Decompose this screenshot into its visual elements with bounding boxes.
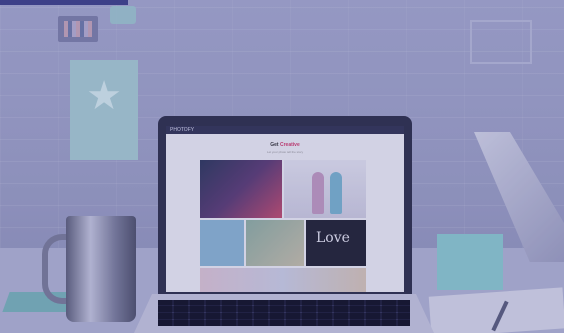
metal-mug bbox=[66, 216, 136, 322]
love-text: Love bbox=[316, 230, 350, 246]
top-accent-tab bbox=[0, 0, 128, 5]
photo-scene: ★ PHOTOFY Get Creative Let your photo te… bbox=[0, 0, 564, 333]
photo-tile-girls bbox=[284, 160, 366, 218]
photo-tile-bottom bbox=[200, 268, 366, 292]
laptop-screen: PHOTOFY Get Creative Let your photo tell… bbox=[166, 126, 404, 292]
photo-tile-party bbox=[200, 160, 282, 218]
wall-frame bbox=[470, 20, 532, 64]
laptop-keyboard bbox=[158, 300, 410, 326]
heading-accent: Creative bbox=[280, 142, 300, 148]
website-subheading: Let your photo tell the story bbox=[266, 150, 304, 154]
website-brand: PHOTOFY bbox=[170, 127, 195, 133]
website-navbar: PHOTOFY bbox=[166, 126, 404, 134]
heading-plain: Get bbox=[270, 142, 280, 148]
shelf-green-item bbox=[110, 6, 136, 24]
photo-tile-blue bbox=[200, 220, 244, 266]
photo-tile-friends bbox=[246, 220, 304, 266]
shelf-items bbox=[58, 16, 98, 42]
teal-box bbox=[437, 234, 503, 290]
website-heading: Get Creative bbox=[166, 142, 404, 148]
star-icon: ★ bbox=[86, 74, 122, 118]
